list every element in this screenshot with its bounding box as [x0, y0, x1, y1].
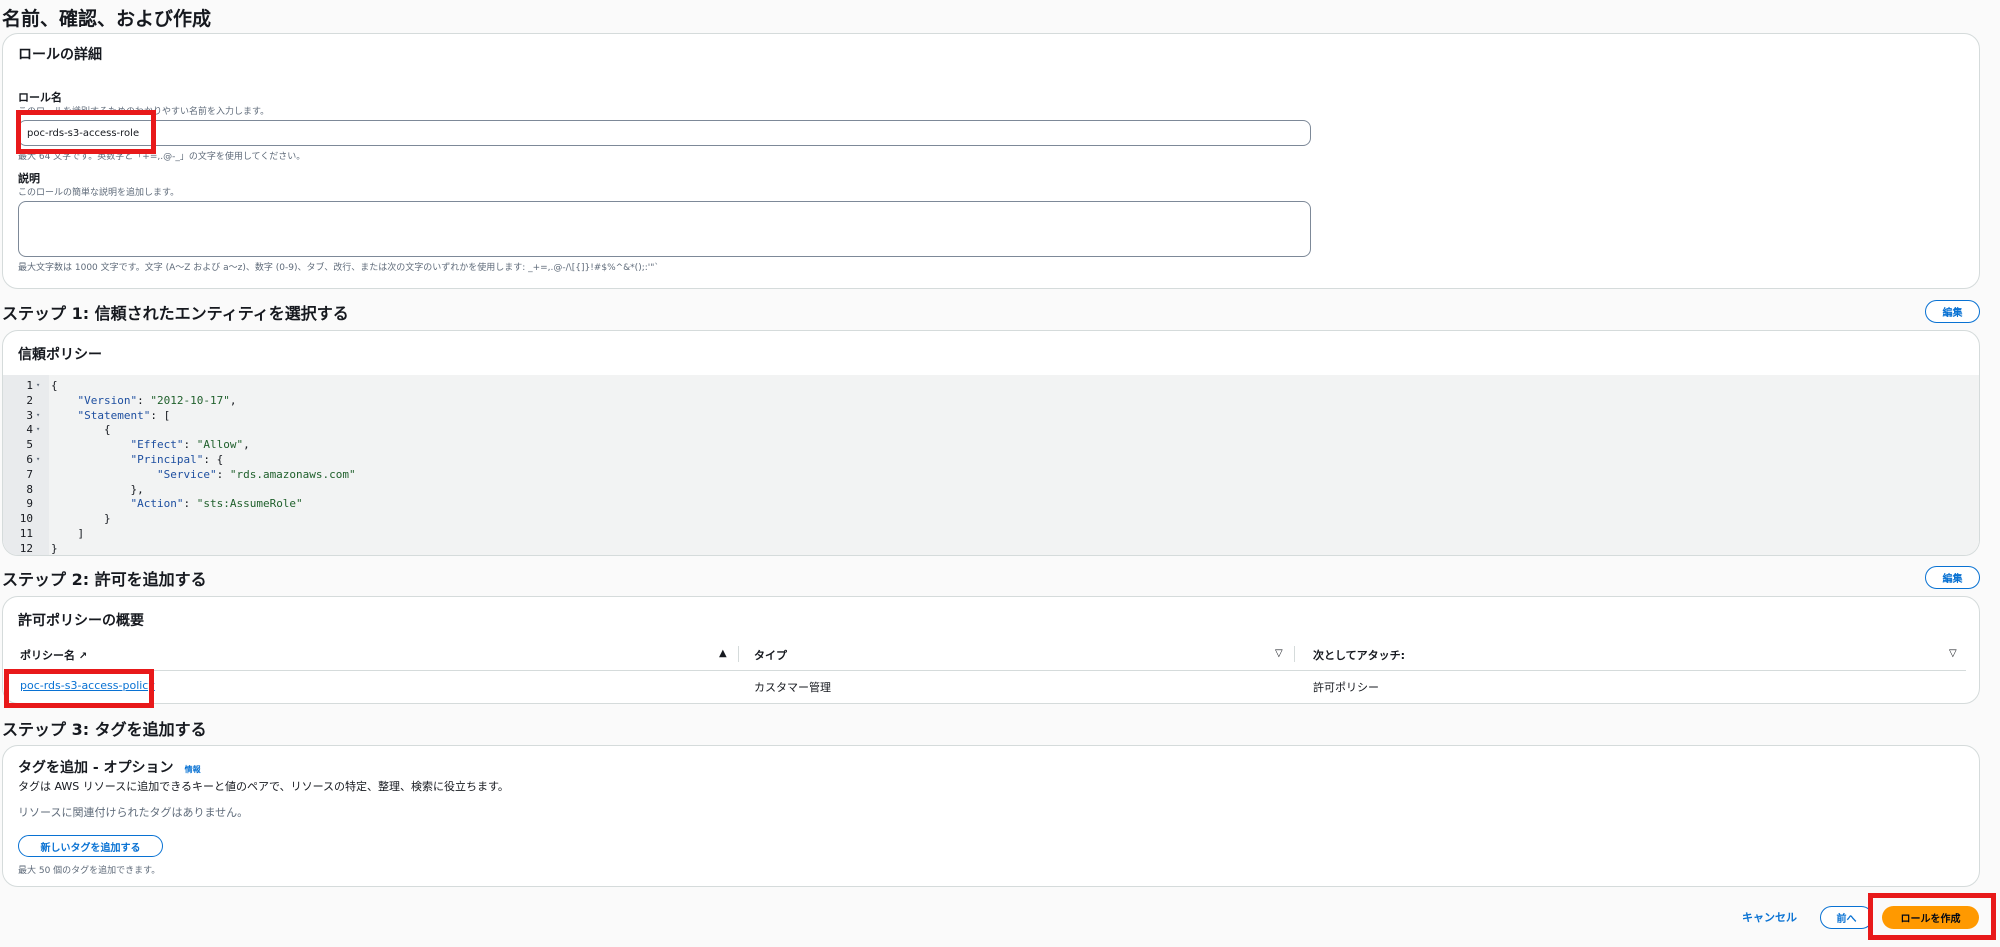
line-number: 6	[26, 453, 33, 466]
code-line: 6 ▾ "Principal": {	[3, 452, 1979, 467]
external-link-icon: ↗	[78, 651, 88, 662]
column-attached-as[interactable]: 次としてアタッチ:	[1313, 647, 1405, 663]
no-tags-text: リソースに関連付けられたタグはありません。	[18, 806, 249, 819]
code-line: 2 "Version": "2012-10-17",	[3, 393, 1979, 408]
tags-card: タグを追加 - オプション 情報 タグは AWS リソースに追加できるキーと値の…	[2, 745, 1980, 887]
line-number: 4	[26, 423, 33, 437]
column-divider	[1294, 646, 1295, 662]
cancel-button[interactable]: キャンセル	[1742, 909, 1797, 925]
page-title: 名前、確認、および作成	[2, 8, 212, 30]
column-policy-name[interactable]: ポリシー名 ↗	[20, 647, 87, 663]
code-text: "Principal": {	[130, 453, 224, 466]
description-constraint: 最大文字数は 1000 文字です。文字 (A〜Z および a〜z)、数字 (0-…	[18, 263, 659, 273]
role-details-card: ロールの詳細 ロール名 このロールを識別するためのわかりやすい名前を入力します。…	[2, 33, 1980, 289]
line-number: 10	[19, 512, 33, 526]
tag-limit-hint: 最大 50 個のタグを追加できます。	[18, 866, 161, 876]
step2-edit-button[interactable]: 編集	[1925, 566, 1980, 589]
line-number: 8	[26, 482, 33, 496]
trust-policy-title: 信頼ポリシー	[18, 347, 102, 363]
add-tag-button[interactable]: 新しいタグを追加する	[18, 835, 163, 857]
code-text: ]	[51, 527, 85, 540]
description-textarea[interactable]	[18, 201, 1311, 257]
column-type[interactable]: タイプ	[754, 647, 787, 663]
table-header-divider	[18, 670, 1966, 671]
description-hint: このロールの簡単な説明を追加します。	[18, 188, 180, 198]
step2-heading: ステップ 2: 許可を追加する	[2, 570, 207, 589]
role-name-input[interactable]: poc-rds-s3-access-role	[18, 120, 1311, 146]
sort-icon[interactable]: ▽	[1949, 648, 1957, 659]
fold-arrow-icon[interactable]: ▾	[36, 408, 40, 423]
highlight-role-name	[16, 110, 156, 154]
fold-arrow-icon[interactable]: ▾	[36, 452, 40, 467]
role-name-label: ロール名	[18, 91, 62, 104]
code-text: "Action": "sts:AssumeRole"	[130, 497, 303, 511]
info-link[interactable]: 情報	[185, 765, 201, 774]
code-text: "Effect": "Allow",	[130, 438, 250, 452]
fold-arrow-icon[interactable]: ▾	[36, 378, 40, 393]
trust-policy-card: 信頼ポリシー 1 ▾{2 "Version": "2012-10-17", 3 ▾ "…	[2, 330, 1980, 556]
code-text: "Service": "rds.amazonaws.com"	[156, 467, 356, 481]
step1-heading: ステップ 1: 信頼されたエンティティを選択する	[2, 304, 349, 323]
code-line: 5 "Effect": "Allow",	[3, 437, 1979, 452]
tags-title-row: タグを追加 - オプション 情報	[18, 757, 201, 777]
code-line: 4 ▾ {	[3, 422, 1979, 437]
line-number: 9	[26, 497, 33, 511]
code-line: 1 ▾ {	[3, 378, 1979, 393]
column-divider	[738, 646, 739, 662]
code-text: {	[51, 379, 58, 392]
policy-attached-as: 許可ポリシー	[1313, 681, 1379, 694]
code-text: "Statement": [	[77, 408, 171, 422]
code-text: {	[51, 423, 111, 437]
permissions-summary-title: 許可ポリシーの概要	[18, 613, 144, 629]
line-number: 7	[26, 467, 33, 481]
line-number: 3	[26, 408, 33, 422]
policy-type: カスタマー管理	[754, 681, 831, 694]
code-text: }	[51, 541, 58, 555]
previous-button[interactable]: 前へ	[1820, 906, 1873, 929]
role-details-title: ロールの詳細	[18, 47, 102, 63]
step3-heading: ステップ 3: タグを追加する	[2, 720, 207, 739]
code-line: 8 },	[3, 482, 1979, 497]
highlight-create-role	[1868, 893, 1996, 940]
line-number: 5	[26, 438, 33, 452]
sort-icon[interactable]: ▽	[1275, 648, 1283, 659]
trust-policy-code: 1 ▾{2 "Version": "2012-10-17", 3 ▾ "Stateme…	[3, 375, 1979, 555]
sort-ascending-icon[interactable]: ▲	[719, 648, 727, 659]
code-text: },	[51, 482, 144, 496]
step1-edit-button[interactable]: 編集	[1925, 300, 1980, 323]
permissions-summary-card: 許可ポリシーの概要 ポリシー名 ↗ ▲ タイプ ▽ 次としてアタッチ: ▽ po…	[2, 596, 1980, 704]
description-label: 説明	[18, 172, 40, 185]
code-text: }	[51, 512, 111, 526]
fold-arrow-icon[interactable]: ▾	[36, 422, 40, 437]
line-number: 1	[26, 379, 33, 392]
line-number: 11	[19, 527, 33, 540]
code-line: 12}	[3, 541, 1979, 555]
code-line: 7 "Service": "rds.amazonaws.com"	[3, 467, 1979, 482]
highlight-policy-name	[4, 669, 154, 708]
code-line: 10 }	[3, 511, 1979, 526]
code-line: 3 ▾ "Statement": [	[3, 408, 1979, 423]
line-number: 2	[26, 393, 33, 407]
line-number: 12	[19, 541, 33, 555]
tags-title: タグを追加 - オプション	[18, 760, 174, 776]
code-line: 11 ]	[3, 526, 1979, 541]
code-line: 9 "Action": "sts:AssumeRole"	[3, 496, 1979, 511]
code-text: "Version": "2012-10-17",	[77, 393, 237, 407]
tags-description: タグは AWS リソースに追加できるキーと値のペアで、リソースの特定、整理、検索…	[18, 780, 509, 793]
